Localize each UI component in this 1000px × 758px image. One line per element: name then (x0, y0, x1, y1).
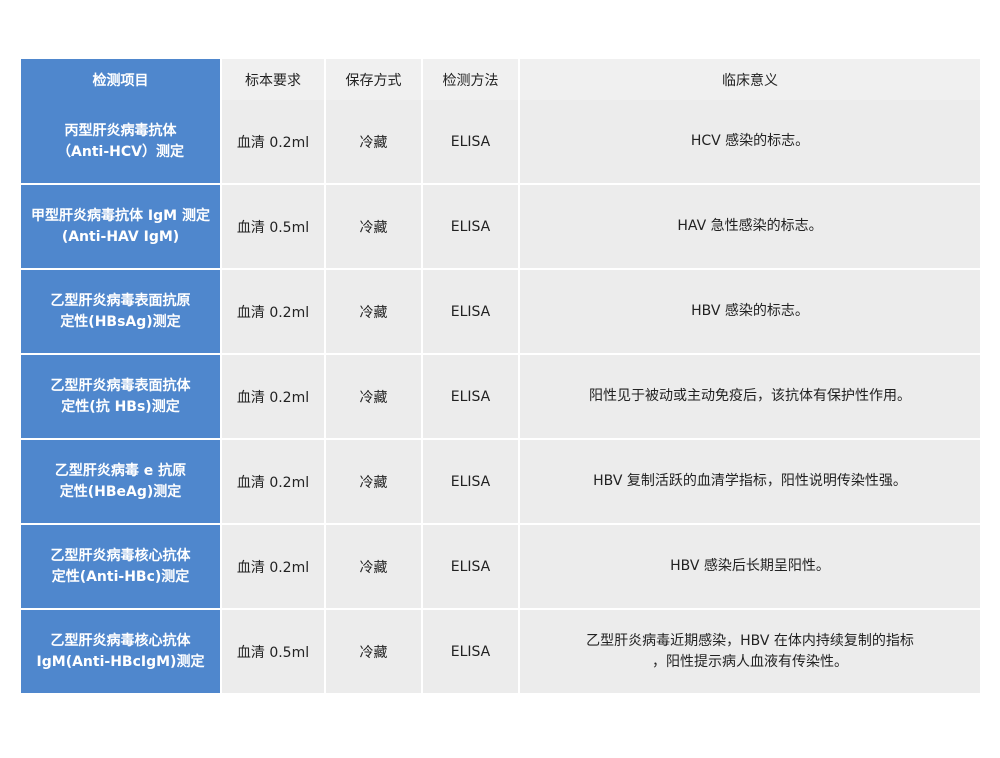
storage-cell: 冷藏 (326, 355, 423, 440)
clinical-meaning-cell: HAV 急性感染的标志。 (520, 185, 980, 270)
test-name-cell: 乙型肝炎病毒 e 抗原 定性(HBeAg)测定 (21, 440, 222, 525)
clinical-meaning-text: HBV 感染后长期呈阳性。 (670, 558, 830, 574)
test-name-line-2: IgM(Anti-HBcIgM)测定 (36, 653, 205, 670)
header-meaning: 临床意义 (520, 59, 980, 100)
test-name-line-1: 甲型肝炎病毒抗体 IgM 测定 (31, 207, 210, 224)
header-method: 检测方法 (423, 59, 520, 100)
clinical-meaning-text: 乙型肝炎病毒近期感染，HBV 在体内持续复制的指标 (586, 632, 914, 649)
sample-cell: 血清 0.2ml (222, 525, 326, 610)
sample-cell: 血清 0.2ml (222, 440, 326, 525)
test-name-cell: 乙型肝炎病毒核心抗体 IgM(Anti-HBcIgM)测定 (21, 610, 222, 693)
test-name-line-1: 乙型肝炎病毒核心抗体 (50, 632, 191, 649)
test-name-line-1: 乙型肝炎病毒表面抗体 (50, 377, 191, 394)
test-name-line-2: (Anti-HAV IgM) (61, 228, 180, 245)
table-row: 乙型肝炎病毒表面抗体 定性(抗 HBs)测定 血清 0.2ml 冷藏 ELISA 阳性见于… (21, 355, 980, 440)
clinical-meaning-text: ，阳性提示病人血液有传染性。 (652, 653, 848, 670)
table-header-row: 检测项目 标本要求 保存方式 检测方法 临床意义 (21, 59, 980, 100)
storage-cell: 冷藏 (326, 185, 423, 270)
sample-cell: 血清 0.5ml (222, 185, 326, 270)
table-row: 乙型肝炎病毒 e 抗原 定性(HBeAg)测定 血清 0.2ml 冷藏 ELISA HBV… (21, 440, 980, 525)
header-item: 检测项目 (21, 59, 222, 100)
sample-cell: 血清 0.2ml (222, 270, 326, 355)
clinical-meaning-cell: HBV 复制活跃的血清学指标，阳性说明传染性强。 (520, 440, 980, 525)
clinical-meaning-cell: 阳性见于被动或主动免疫后，该抗体有保护性作用。 (520, 355, 980, 440)
clinical-meaning-text: HCV 感染的标志。 (690, 133, 810, 149)
header-storage: 保存方式 (326, 59, 423, 100)
test-name-line-1: 乙型肝炎病毒核心抗体 (50, 547, 191, 564)
method-cell: ELISA (423, 440, 520, 525)
test-name-cell: 甲型肝炎病毒抗体 IgM 测定 (Anti-HAV IgM) (21, 185, 222, 270)
storage-cell: 冷藏 (326, 270, 423, 355)
test-name-line-2: （Anti-HCV）测定 (57, 143, 184, 160)
clinical-meaning-cell: HBV 感染的标志。 (520, 270, 980, 355)
clinical-meaning-text: HBV 感染的标志。 (691, 303, 809, 319)
document-page: 检测项目 标本要求 保存方式 检测方法 临床意义 丙型肝炎病毒抗体 （Anti-H… (0, 0, 1000, 758)
test-name-cell: 丙型肝炎病毒抗体 （Anti-HCV）测定 (21, 100, 222, 185)
method-cell: ELISA (423, 100, 520, 185)
table-row: 甲型肝炎病毒抗体 IgM 测定 (Anti-HAV IgM) 血清 0.5ml 冷藏 E… (21, 185, 980, 270)
test-name-cell: 乙型肝炎病毒表面抗体 定性(抗 HBs)测定 (21, 355, 222, 440)
clinical-meaning-cell: HBV 感染后长期呈阳性。 (520, 525, 980, 610)
test-name-line-1: 丙型肝炎病毒抗体 (64, 122, 177, 139)
method-cell: ELISA (423, 355, 520, 440)
method-cell: ELISA (423, 185, 520, 270)
method-cell: ELISA (423, 270, 520, 355)
test-name-line-1: 乙型肝炎病毒 e 抗原 (54, 462, 187, 479)
table-row: 乙型肝炎病毒表面抗原 定性(HBsAg)测定 血清 0.2ml 冷藏 ELISA HBV … (21, 270, 980, 355)
test-name-line-2: 定性(HBeAg)测定 (59, 483, 182, 500)
clinical-meaning-cell: HCV 感染的标志。 (520, 100, 980, 185)
table-row: 丙型肝炎病毒抗体 （Anti-HCV）测定 血清 0.2ml 冷藏 ELISA HCV 感… (21, 100, 980, 185)
header-sample: 标本要求 (222, 59, 326, 100)
test-name-line-1: 乙型肝炎病毒表面抗原 (50, 292, 191, 309)
clinical-meaning-text: HAV 急性感染的标志。 (677, 218, 823, 234)
table-row: 乙型肝炎病毒核心抗体 定性(Anti-HBc)测定 血清 0.2ml 冷藏 ELISA H… (21, 525, 980, 610)
test-name-cell: 乙型肝炎病毒表面抗原 定性(HBsAg)测定 (21, 270, 222, 355)
clinical-meaning-text: HBV 复制活跃的血清学指标，阳性说明传染性强。 (593, 473, 907, 489)
sample-cell: 血清 0.5ml (222, 610, 326, 693)
test-name-line-2: 定性(抗 HBs)测定 (61, 398, 180, 415)
test-name-line-2: 定性(HBsAg)测定 (60, 313, 181, 330)
clinical-meaning-text: 阳性见于被动或主动免疫后，该抗体有保护性作用。 (589, 388, 911, 404)
storage-cell: 冷藏 (326, 100, 423, 185)
test-name-line-2: 定性(Anti-HBc)测定 (51, 568, 190, 585)
method-cell: ELISA (423, 610, 520, 693)
sample-cell: 血清 0.2ml (222, 355, 326, 440)
storage-cell: 冷藏 (326, 525, 423, 610)
liver-test-table: 检测项目 标本要求 保存方式 检测方法 临床意义 丙型肝炎病毒抗体 （Anti-H… (21, 59, 980, 693)
method-cell: ELISA (423, 525, 520, 610)
storage-cell: 冷藏 (326, 610, 423, 693)
table-row: 乙型肝炎病毒核心抗体 IgM(Anti-HBcIgM)测定 血清 0.5ml 冷藏 EL… (21, 610, 980, 693)
storage-cell: 冷藏 (326, 440, 423, 525)
clinical-meaning-cell: 乙型肝炎病毒近期感染，HBV 在体内持续复制的指标 ，阳性提示病人血液有传染性。 (520, 610, 980, 693)
test-name-cell: 乙型肝炎病毒核心抗体 定性(Anti-HBc)测定 (21, 525, 222, 610)
sample-cell: 血清 0.2ml (222, 100, 326, 185)
